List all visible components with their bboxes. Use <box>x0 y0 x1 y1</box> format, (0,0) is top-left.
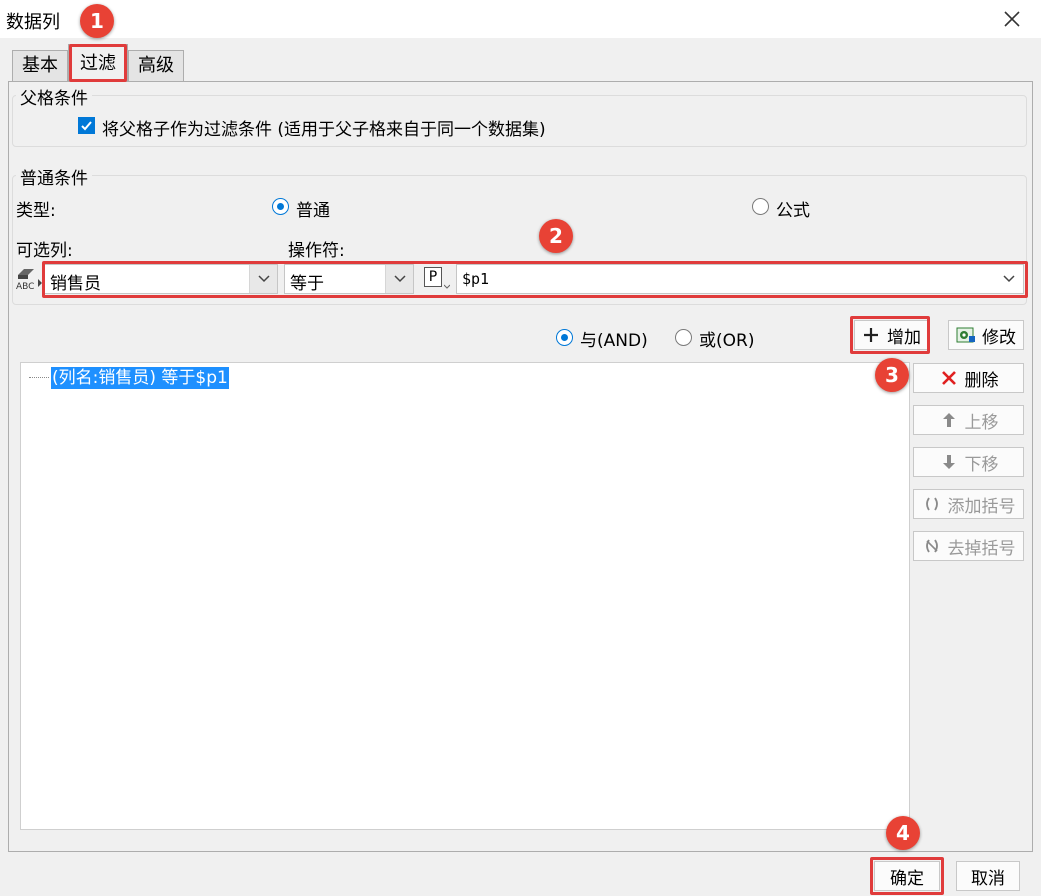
add-bracket-button[interactable]: 添加括号 <box>913 489 1024 519</box>
step-marker-4: 4 <box>886 816 920 850</box>
column-type-icon: ABC <box>14 265 44 292</box>
parameter-icon-label: P <box>424 267 442 287</box>
arrow-up-icon <box>939 410 959 430</box>
svg-text:ABC: ABC <box>16 282 34 291</box>
modify-icon <box>956 325 976 345</box>
delete-button[interactable]: 删除 <box>913 363 1024 393</box>
move-down-button[interactable]: 下移 <box>913 447 1024 477</box>
column-select-value: 销售员 <box>50 274 101 294</box>
tab-basic-label: 基本 <box>22 55 58 76</box>
logic-and-label: 与(AND) <box>580 331 648 351</box>
remove-bracket-label: 去掉括号 <box>947 538 1016 559</box>
value-select[interactable]: $p1 <box>456 264 1024 294</box>
operator-label: 操作符: <box>288 241 345 261</box>
ok-button-label: 确定 <box>890 868 924 889</box>
logic-and-radio[interactable] <box>556 329 573 346</box>
logic-or-radio[interactable] <box>675 329 692 346</box>
remove-bracket-icon <box>922 536 942 556</box>
chevron-down-icon[interactable] <box>385 265 413 293</box>
parameter-icon[interactable]: P <box>424 266 450 292</box>
bracket-icon <box>922 494 942 514</box>
modify-button[interactable]: 修改 <box>948 320 1024 350</box>
cancel-button-label: 取消 <box>971 868 1005 889</box>
add-bracket-label: 添加括号 <box>947 496 1016 517</box>
move-up-label: 上移 <box>964 412 999 433</box>
delete-button-label: 删除 <box>964 370 999 391</box>
tab-advanced-label: 高级 <box>138 55 174 76</box>
value-select-value: $p1 <box>462 270 490 288</box>
operator-select-value: 等于 <box>290 274 324 294</box>
operator-select[interactable]: 等于 <box>284 264 414 294</box>
parent-filter-label: 将父格子作为过滤条件 (适用于父子格来自于同一个数据集) <box>102 120 546 140</box>
delete-x-icon <box>939 368 959 388</box>
step-marker-1: 1 <box>80 4 114 38</box>
title-bar: 数据列 <box>0 0 1041 38</box>
window-title: 数据列 <box>6 12 60 33</box>
step-marker-2: 2 <box>539 219 573 253</box>
column-select[interactable]: 销售员 <box>44 264 278 294</box>
tree-connector <box>29 377 49 378</box>
list-item[interactable]: (列名:销售员) 等于$p1 <box>51 367 229 389</box>
chevron-down-icon[interactable] <box>249 265 277 293</box>
cancel-button[interactable]: 取消 <box>956 861 1020 891</box>
move-down-label: 下移 <box>964 454 999 475</box>
type-formula-radio[interactable] <box>752 198 769 215</box>
type-formula-label: 公式 <box>776 201 810 221</box>
logic-or-label: 或(OR) <box>699 331 755 351</box>
ok-button[interactable]: 确定 <box>874 861 940 891</box>
add-button-label: 增加 <box>887 327 921 348</box>
type-normal-label: 普通 <box>296 201 330 221</box>
normal-condition-legend: 普通条件 <box>16 164 92 189</box>
type-label: 类型: <box>16 201 56 221</box>
tab-filter-label: 过滤 <box>80 53 116 74</box>
column-label: 可选列: <box>16 241 73 261</box>
tab-advanced[interactable]: 高级 <box>128 50 184 82</box>
parent-filter-checkbox[interactable] <box>78 117 95 134</box>
parent-condition-legend: 父格条件 <box>16 84 92 109</box>
condition-list[interactable]: (列名:销售员) 等于$p1 <box>20 362 910 830</box>
remove-bracket-button[interactable]: 去掉括号 <box>913 531 1024 561</box>
plus-icon <box>861 325 881 345</box>
tab-basic[interactable]: 基本 <box>12 50 68 82</box>
arrow-down-icon <box>939 452 959 472</box>
tab-filter[interactable]: 过滤 <box>68 44 128 84</box>
move-up-button[interactable]: 上移 <box>913 405 1024 435</box>
chevron-down-icon[interactable] <box>995 265 1023 293</box>
add-button[interactable]: 增加 <box>854 320 928 350</box>
type-normal-radio[interactable] <box>272 198 289 215</box>
close-icon[interactable] <box>999 6 1025 32</box>
modify-button-label: 修改 <box>982 327 1016 348</box>
step-marker-3: 3 <box>875 358 909 392</box>
